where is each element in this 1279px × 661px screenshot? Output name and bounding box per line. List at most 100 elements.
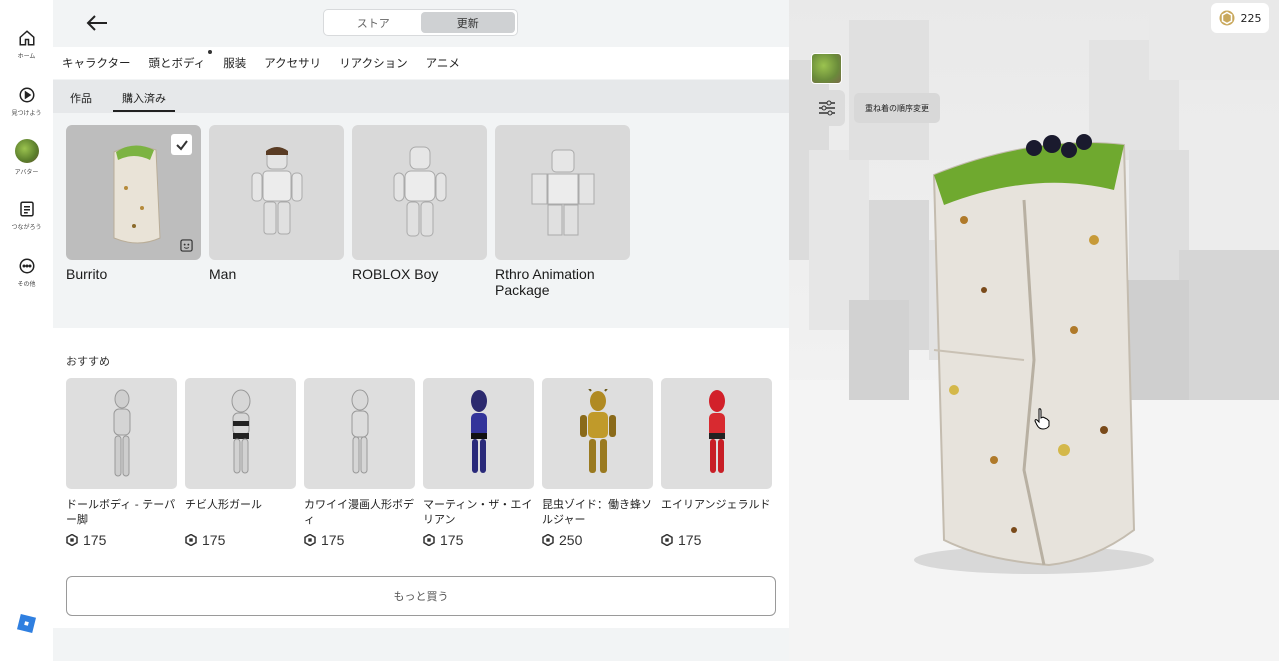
selected-checkbox[interactable]: [171, 134, 192, 155]
character-thumbnail: [66, 125, 201, 260]
more-icon: [19, 258, 34, 274]
layer-order-tooltip: 重ね着の順序変更: [854, 93, 940, 123]
recommended-item[interactable]: カワイイ漫画人形ボディ 175: [304, 378, 415, 548]
tab-animations[interactable]: アニメ: [426, 55, 460, 71]
equipped-item-thumbnail[interactable]: [811, 53, 842, 84]
top-bar: ストア 更新: [53, 0, 789, 47]
price-value: 175: [202, 532, 226, 548]
item-price: 175: [66, 532, 177, 548]
nav-label-discover: 見つけよう: [11, 110, 42, 117]
robux-balance[interactable]: 225: [1211, 3, 1269, 33]
layer-order-button[interactable]: [809, 90, 845, 126]
recommended-item[interactable]: エイリアンジェラルド 175: [661, 378, 772, 548]
character-card-burrito[interactable]: Burrito: [66, 125, 201, 282]
tab-accessories[interactable]: アクセサリ: [264, 55, 321, 71]
burrito-avatar-icon: [932, 134, 1136, 567]
insectoid-figure-icon: [579, 388, 616, 473]
item-price: 250: [542, 532, 653, 548]
kawaii-body-figure-icon: [351, 389, 368, 473]
item-price: 175: [185, 532, 296, 548]
chibi-girl-figure-icon: [231, 389, 250, 473]
nav-label-more: その他: [17, 281, 36, 288]
face-edit-icon[interactable]: [180, 239, 193, 252]
avatar-icon: [14, 139, 39, 163]
subtab-purchased[interactable]: 購入済み: [122, 90, 166, 106]
price-value: 175: [321, 532, 345, 548]
item-name: チビ人形ガール: [185, 498, 262, 511]
recommended-item[interactable]: 昆虫ゾイド：働き蜂ソルジャー 250: [542, 378, 653, 548]
character-card-roblox-boy[interactable]: ROBLOX Boy: [352, 125, 487, 282]
price-value: 175: [678, 532, 702, 548]
robux-icon: [185, 534, 197, 546]
item-name: エイリアンジェラルド: [661, 498, 771, 511]
left-nav: ホーム 見つけよう アバター つながろう その他: [0, 0, 53, 661]
item-name: 昆虫ゾイド：働き蜂ソルジャー: [542, 498, 652, 526]
alien-gerald-figure-icon: [708, 389, 725, 473]
recommended-item[interactable]: マーティン・ザ・エイリアン 175: [423, 378, 534, 548]
recommended-section: おすすめ ドールボディ ‐ テーパー脚 175 チビ人形ガール 175 カワイイ…: [53, 328, 789, 628]
item-thumbnail: [423, 378, 534, 489]
item-thumbnail: [661, 378, 772, 489]
alien-martin-figure-icon: [470, 389, 487, 473]
character-name: Burrito: [66, 266, 108, 282]
avatar-editor-panel: ストア 更新 キャラクター 頭とボディ 服装 アクセサリ リアクション アニメ …: [53, 0, 789, 661]
item-thumbnail: [185, 378, 296, 489]
sub-tabs: 作品 購入済み: [53, 80, 789, 113]
item-price: 175: [661, 532, 772, 548]
nav-item-more[interactable]: その他: [0, 257, 53, 288]
sliders-icon: [819, 100, 835, 116]
tab-head-body[interactable]: 頭とボディ: [148, 50, 213, 71]
nav-item-discover[interactable]: 見つけよう: [0, 86, 53, 117]
tab-characters[interactable]: キャラクター: [62, 55, 131, 71]
avatar-preview-scene[interactable]: 225 重ね着の順序変更: [789, 0, 1279, 661]
owned-characters-grid: Burrito Man ROBLOX Boy Rthro Animation P…: [53, 113, 789, 328]
character-name: Man: [209, 266, 237, 282]
hand-cursor-icon: [1034, 408, 1050, 430]
nav-item-avatar[interactable]: アバター: [0, 139, 53, 176]
roblox-logo-icon[interactable]: [17, 614, 36, 633]
robux-icon: [661, 534, 673, 546]
robux-icon: [304, 534, 316, 546]
tab-reactions[interactable]: リアクション: [339, 55, 407, 71]
nav-item-home[interactable]: ホーム: [0, 29, 53, 60]
robux-icon: [66, 534, 78, 546]
chat-icon: [19, 201, 34, 217]
robux-amount: 225: [1240, 11, 1262, 25]
section-title: おすすめ: [66, 355, 110, 368]
man-figure-icon: [251, 147, 302, 235]
price-value: 175: [440, 532, 464, 548]
character-card-man[interactable]: Man: [209, 125, 344, 282]
item-name: カワイイ漫画人形ボディ: [304, 498, 414, 526]
nav-item-connect[interactable]: つながろう: [0, 200, 53, 231]
subtab-creations[interactable]: 作品: [70, 90, 92, 106]
tab-clothing[interactable]: 服装: [223, 55, 246, 71]
segment-update[interactable]: 更新: [420, 12, 515, 33]
price-value: 175: [83, 532, 107, 548]
segment-store[interactable]: ストア: [326, 12, 421, 33]
back-arrow-icon[interactable]: [85, 12, 109, 34]
character-thumbnail: [209, 125, 344, 260]
character-card-rthro-animation[interactable]: Rthro Animation Package: [495, 125, 630, 298]
recommended-item[interactable]: ドールボディ ‐ テーパー脚 175: [66, 378, 177, 548]
item-price: 175: [304, 532, 415, 548]
character-name: Rthro Animation Package: [495, 266, 595, 298]
roblox-boy-figure-icon: [393, 146, 446, 237]
price-value: 250: [559, 532, 583, 548]
burrito-thumbnail-icon: [113, 144, 161, 243]
robux-icon: [423, 534, 435, 546]
nav-label-avatar: アバター: [14, 169, 39, 176]
robux-icon: [542, 534, 554, 546]
recommended-item[interactable]: チビ人形ガール 175: [185, 378, 296, 548]
notification-dot: [208, 50, 213, 54]
tab-head-body-label: 頭とボディ: [148, 56, 206, 70]
item-price: 175: [423, 532, 534, 548]
check-icon: [175, 139, 188, 151]
item-name: ドールボディ ‐ テーパー脚: [66, 498, 176, 526]
doll-body-figure-icon: [113, 389, 130, 476]
item-thumbnail: [542, 378, 653, 489]
shop-more-button[interactable]: もっと買う: [66, 576, 776, 616]
store-update-toggle: ストア 更新: [323, 9, 518, 36]
active-tab-underline: [113, 110, 175, 112]
item-thumbnail: [304, 378, 415, 489]
character-thumbnail: [495, 125, 630, 260]
